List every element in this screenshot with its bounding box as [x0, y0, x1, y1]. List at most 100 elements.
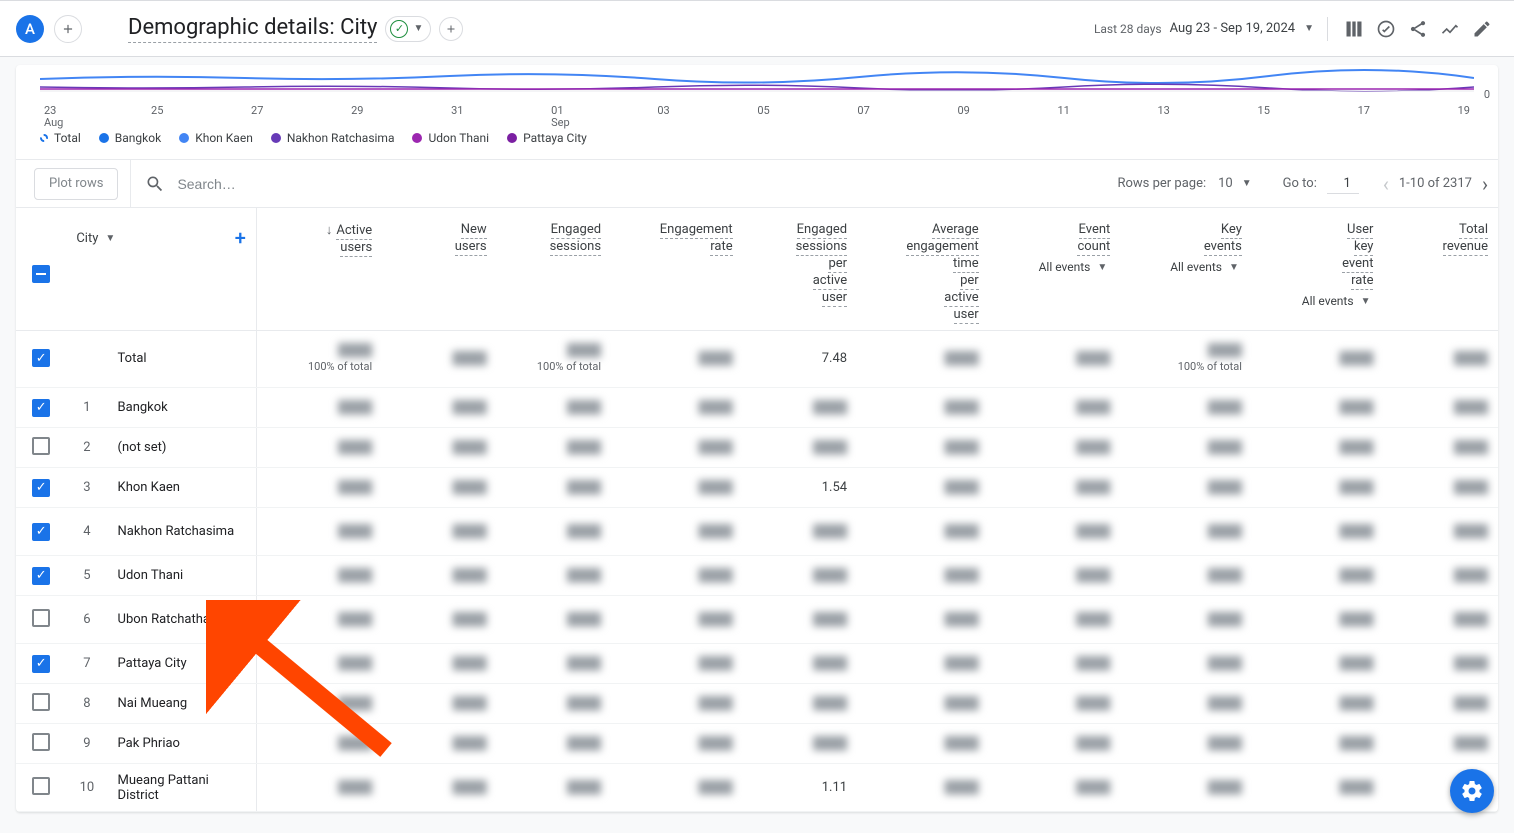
dimension-selector[interactable]: City ▼: [76, 231, 118, 246]
row-dimension[interactable]: Ubon Ratchathani: [108, 596, 257, 644]
rows-per-page-select[interactable]: 10 ▼: [1214, 174, 1259, 193]
metric-cell: ████: [1383, 556, 1498, 596]
metric-cell: ████: [611, 388, 743, 428]
metric-header[interactable]: KeyeventsAll events▼: [1120, 208, 1252, 331]
edit-icon[interactable]: [1470, 17, 1494, 41]
metric-cell: ████: [1120, 684, 1252, 724]
row-dimension[interactable]: (not set): [108, 428, 257, 468]
add-tab-button[interactable]: [439, 17, 463, 41]
metric-cell: ████: [857, 468, 989, 508]
metric-header[interactable]: Engagedsessionsperactiveuser: [743, 208, 857, 331]
row-checkbox[interactable]: ✓: [32, 479, 50, 497]
table-row: 2(not set)██████████████████████████████…: [16, 428, 1498, 468]
row-checkbox[interactable]: [32, 437, 50, 455]
row-checkbox[interactable]: ✓: [32, 567, 50, 585]
x-tick: 23Aug: [44, 105, 63, 129]
x-tick: 07: [857, 105, 869, 129]
workspace-avatar[interactable]: A: [16, 15, 44, 43]
metric-cell: ████: [1383, 331, 1498, 388]
metric-header[interactable]: Averageengagementtimeperactiveuser: [857, 208, 989, 331]
row-dimension[interactable]: Pak Phriao: [108, 724, 257, 764]
metric-header[interactable]: Totalrevenue: [1383, 208, 1498, 331]
row-dimension[interactable]: Udon Thani: [108, 556, 257, 596]
metric-cell: ████: [611, 764, 743, 812]
metric-cell: ████: [743, 644, 857, 684]
metric-cell: ████: [1120, 508, 1252, 556]
report-card: 0 23Aug2527293101Sep030507091113151719 T…: [16, 65, 1498, 812]
row-checkbox[interactable]: [32, 733, 50, 751]
metric-cell: ████: [1120, 388, 1252, 428]
legend-item[interactable]: Bangkok: [99, 131, 161, 145]
row-checkbox[interactable]: [32, 693, 50, 711]
metric-cell: ████: [497, 684, 611, 724]
legend-label: Pattaya City: [523, 131, 587, 145]
row-rank: 9: [66, 724, 107, 764]
row-checkbox[interactable]: ✓: [32, 655, 50, 673]
goto-input[interactable]: 1: [1327, 174, 1359, 194]
page-title[interactable]: Demographic details: City: [128, 15, 377, 43]
row-dimension[interactable]: Nakhon Ratchasima: [108, 508, 257, 556]
metric-header[interactable]: Newusers: [382, 208, 496, 331]
status-pill[interactable]: ✓ ▼: [385, 16, 431, 42]
x-tick: 09: [957, 105, 969, 129]
search-input[interactable]: [175, 175, 375, 193]
add-dimension-button[interactable]: +: [235, 226, 246, 250]
row-checkbox[interactable]: [32, 609, 50, 627]
row-dimension[interactable]: Pattaya City: [108, 644, 257, 684]
legend-item[interactable]: Udon Thani: [412, 131, 489, 145]
row-rank: 6: [66, 596, 107, 644]
row-rank: 3: [66, 468, 107, 508]
select-all-checkbox[interactable]: [32, 265, 50, 283]
row-dimension[interactable]: Mueang Pattani District: [108, 764, 257, 812]
legend-item[interactable]: Pattaya City: [507, 131, 587, 145]
metric-cell: ████: [382, 724, 496, 764]
row-checkbox[interactable]: ✓: [32, 399, 50, 417]
y-axis-zero: 0: [1484, 88, 1490, 101]
metric-cell: ████: [497, 644, 611, 684]
metric-cell: ████: [382, 508, 496, 556]
metric-cell: ████: [857, 331, 989, 388]
metric-header[interactable]: UserkeyeventrateAll events▼: [1252, 208, 1384, 331]
metric-subselect[interactable]: All events▼: [1130, 260, 1242, 274]
metric-subselect[interactable]: All events▼: [1262, 294, 1374, 308]
metric-subselect[interactable]: All events▼: [999, 260, 1111, 274]
add-collection-button[interactable]: [54, 15, 82, 43]
metric-header[interactable]: EventcountAll events▼: [989, 208, 1121, 331]
next-page-button[interactable]: ›: [1482, 172, 1488, 196]
trend-icon[interactable]: [1438, 17, 1462, 41]
date-range-picker[interactable]: Last 28 days Aug 23 - Sep 19, 2024 ▼: [1094, 21, 1317, 36]
metric-cell: ████: [989, 684, 1121, 724]
metric-cell: 1.54: [743, 468, 857, 508]
plot-rows-button[interactable]: Plot rows: [34, 168, 118, 200]
x-tick: 05: [757, 105, 769, 129]
insights-icon[interactable]: [1374, 17, 1398, 41]
x-tick: 29: [351, 105, 363, 129]
total-label: Total: [108, 331, 257, 388]
legend-item[interactable]: Khon Kaen: [179, 131, 253, 145]
metric-cell: ████: [382, 388, 496, 428]
compare-icon[interactable]: [1342, 17, 1366, 41]
share-icon[interactable]: [1406, 17, 1430, 41]
metric-header[interactable]: ↓Activeusers: [256, 208, 382, 331]
metric-cell: ████100% of total: [497, 331, 611, 388]
row-rank: 2: [66, 428, 107, 468]
legend-item[interactable]: Nakhon Ratchasima: [271, 131, 395, 145]
row-checkbox[interactable]: [32, 777, 50, 795]
metric-header[interactable]: Engagedsessions: [497, 208, 611, 331]
metric-cell: ████: [382, 596, 496, 644]
settings-fab[interactable]: [1450, 769, 1494, 813]
x-tick: 27: [251, 105, 263, 129]
metric-header[interactable]: Engagementrate: [611, 208, 743, 331]
row-dimension[interactable]: Nai Mueang: [108, 684, 257, 724]
row-checkbox[interactable]: ✓: [32, 349, 50, 367]
metric-cell: ████: [256, 596, 382, 644]
legend-item[interactable]: Total: [40, 131, 81, 145]
metric-cell: ████: [256, 764, 382, 812]
x-tick: 11: [1057, 105, 1069, 129]
row-checkbox[interactable]: ✓: [32, 523, 50, 541]
caret-down-icon: ▼: [102, 233, 118, 244]
row-dimension[interactable]: Bangkok: [108, 388, 257, 428]
legend-label: Bangkok: [115, 131, 161, 145]
row-dimension[interactable]: Khon Kaen: [108, 468, 257, 508]
top-bar: A Demographic details: City ✓ ▼ Last 28 …: [0, 1, 1514, 57]
